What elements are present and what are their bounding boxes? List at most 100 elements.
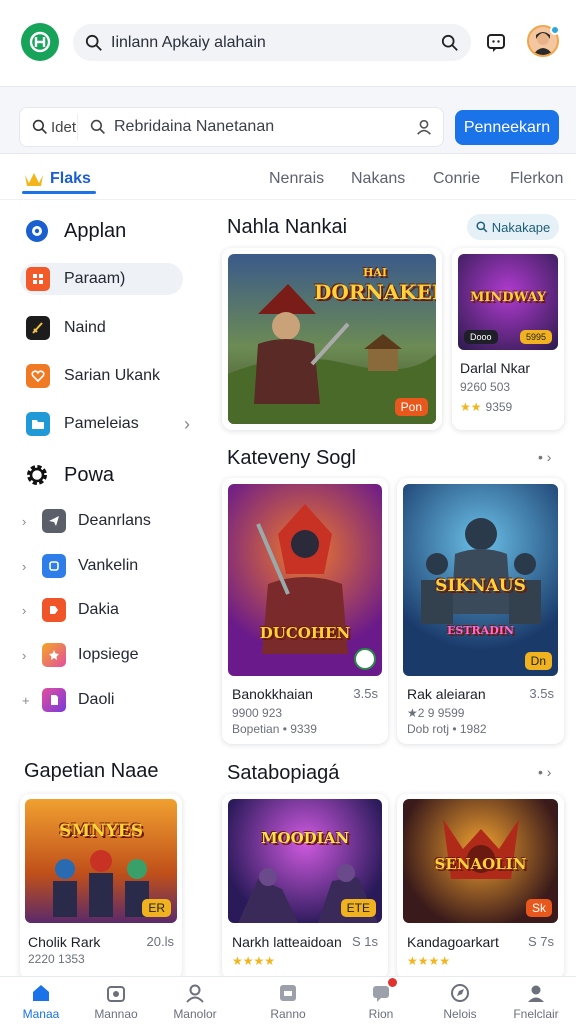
- folder-icon: [26, 412, 50, 436]
- game-meta: 9900 923: [232, 706, 283, 720]
- game-title: Rak aleiaran: [407, 686, 486, 702]
- sidebar-item-naind[interactable]: Naind: [20, 312, 183, 344]
- apps-icon: [276, 981, 300, 1005]
- chevron-right-icon: ›: [546, 764, 552, 780]
- nav-manolor[interactable]: Manolor: [159, 981, 231, 1021]
- nav-mannao[interactable]: Mannao: [80, 981, 152, 1021]
- nav-label: Mannao: [94, 1007, 138, 1021]
- sidebar-subitem-label: Daoli: [78, 691, 115, 708]
- compass-icon: [448, 981, 472, 1005]
- game-rating: 3.5s: [353, 686, 378, 701]
- tab-conrie[interactable]: Conrie: [433, 170, 480, 188]
- chevron-right-icon: ›: [22, 602, 27, 618]
- search-icon: [90, 119, 105, 134]
- section-title-gapetian: Gapetian Naae: [24, 760, 159, 782]
- sword-icon: [26, 316, 50, 340]
- game-rating: 20.ls: [146, 934, 174, 949]
- sidebar-subitem-label: Deanrlans: [78, 512, 151, 529]
- sidebar-heading-label: Applan: [64, 219, 127, 242]
- nav-label: Manaa: [22, 1007, 60, 1021]
- chevron-right-icon: ›: [22, 558, 27, 574]
- game-card-rak-aleiaran[interactable]: SIKNAUS ESTRADIN Dn Rak aleiaran 3.5s ★2…: [397, 478, 564, 744]
- top-search-bar[interactable]: Iinlann Apkaiy alahain: [73, 24, 471, 61]
- price-badge: Dn: [524, 652, 552, 670]
- sidebar-subitem-iopsiege[interactable]: › Iopsiege: [22, 640, 139, 670]
- game-artwork: MOODIAN ETE: [228, 799, 382, 923]
- game-card-kandago[interactable]: SENAOLIN Sk Kandagoarkart S 7s ★★★★: [397, 794, 564, 980]
- star-rating-icon: ★★★★: [407, 954, 451, 968]
- sidebar-subitem-label: Iopsiege: [78, 646, 139, 663]
- star-icon: [42, 643, 66, 667]
- game-meta: 9260 503: [460, 380, 511, 394]
- nav-manaa[interactable]: Manaa: [5, 981, 77, 1021]
- nav-label: Fnelclair: [513, 1007, 559, 1021]
- chevron-right-icon: ›: [22, 513, 27, 529]
- sidebar-heading-label: Powa: [64, 463, 115, 486]
- sidebar-item-paraam[interactable]: Paraam): [20, 263, 183, 295]
- tab-nenrais[interactable]: Nenrais: [269, 170, 324, 188]
- game-rating-row: ★★ 9359: [460, 400, 512, 414]
- sidebar-subitem-daoli[interactable]: + Daoli: [22, 685, 114, 715]
- sidebar-subitem-vankelin[interactable]: › Vankelin: [22, 551, 138, 581]
- primary-action-button[interactable]: Penneekarn: [455, 110, 559, 145]
- game-artwork: MINDWAY Dooo 5995: [458, 254, 558, 350]
- sidebar-subitem-deanrlans[interactable]: › Deanrlans: [22, 506, 151, 536]
- chip-label: Nakakape: [491, 219, 551, 235]
- tab-flerkon[interactable]: Flerkon: [510, 170, 563, 188]
- feedback-button[interactable]: [481, 28, 511, 58]
- section-title-kateveny: Kateveny Sogl: [227, 447, 356, 469]
- game-rating: S 7s: [527, 934, 554, 949]
- section-filter-chip[interactable]: Nakakape: [467, 214, 559, 240]
- nav-rion[interactable]: Rion: [345, 978, 417, 1021]
- app-logo[interactable]: [21, 23, 59, 61]
- grid-icon: [26, 267, 50, 291]
- artwork-title: SIKNAUS: [435, 576, 526, 596]
- artwork-badge: 5995: [519, 330, 552, 344]
- sidebar-item-sarian-ukank[interactable]: Sarian Ukank: [20, 360, 183, 392]
- tab-nakans[interactable]: Nakans: [351, 170, 405, 188]
- game-card-cholik-rark[interactable]: SMNYES ER Cholik Rark 20.ls 2220 1353: [20, 794, 182, 980]
- settings-gear-icon: [27, 465, 47, 485]
- top-app-bar: Iinlann Apkaiy alahain: [0, 0, 576, 86]
- search-submit-icon[interactable]: [441, 34, 459, 52]
- sidebar-heading-applan[interactable]: Applan: [24, 218, 126, 244]
- filter-search-box[interactable]: Idet Rebridaina Nanetanan: [19, 107, 444, 147]
- game-title: Darlal Nkar: [460, 360, 531, 376]
- chevron-right-icon: ›: [546, 449, 552, 465]
- game-card-banokkhaian[interactable]: DUCOHEN Banokkhaian 3.5s 9900 923 Bopeti…: [222, 478, 388, 744]
- search-scope[interactable]: Idet: [20, 114, 78, 140]
- sidebar-item-pameleias[interactable]: Pameleias ›: [20, 408, 190, 440]
- featured-game-card[interactable]: HAI DORNAKEI Pon: [222, 248, 442, 430]
- chat-icon: [369, 978, 397, 1005]
- chat-bubble-icon: [487, 34, 505, 52]
- sidebar-subitem-label: Vankelin: [78, 557, 139, 574]
- game-meta: 2220 1353: [28, 952, 85, 966]
- badge-icon: [42, 554, 66, 578]
- star-rating-icon: ★★: [460, 400, 482, 414]
- game-rating: 9359: [485, 400, 513, 414]
- section-more-button[interactable]: • ›: [538, 764, 551, 780]
- game-card-darlal[interactable]: MINDWAY Dooo 5995 Darlal Nkar 9260 503 ★…: [452, 248, 564, 430]
- sidebar-heading-powa[interactable]: Powa: [24, 462, 114, 488]
- notification-dot: [388, 978, 397, 987]
- price-badge: Sk: [525, 899, 552, 917]
- section-more-button[interactable]: • ›: [538, 449, 551, 465]
- artwork-badge: Dooo: [464, 330, 498, 344]
- active-tab-indicator: [22, 191, 96, 194]
- sidebar-subitem-dakia[interactable]: › Dakia: [22, 595, 119, 625]
- artwork-title: SENAOLIN: [434, 855, 527, 873]
- nav-fnelclair[interactable]: Fnelclair: [500, 981, 572, 1021]
- person-icon[interactable]: [415, 118, 433, 136]
- game-rating: 3.5s: [529, 686, 554, 701]
- sidebar-item-label: Naind: [64, 319, 106, 336]
- nav-ranno[interactable]: Ranno: [252, 981, 324, 1021]
- tab-label: Flaks: [50, 170, 91, 187]
- home-icon: [29, 981, 53, 1005]
- nav-label: Nelois: [443, 1007, 477, 1021]
- search-scope-label: Idet: [51, 118, 77, 136]
- game-card-narkh[interactable]: MOODIAN ETE Narkh latteaidoan S 1s ★★★★: [222, 794, 388, 980]
- tab-flaks[interactable]: Flaks: [24, 170, 91, 188]
- sidebar-item-label: Sarian Ukank: [64, 367, 161, 384]
- filter-search-input[interactable]: Rebridaina Nanetanan: [78, 118, 443, 136]
- nav-nelois[interactable]: Nelois: [424, 981, 496, 1021]
